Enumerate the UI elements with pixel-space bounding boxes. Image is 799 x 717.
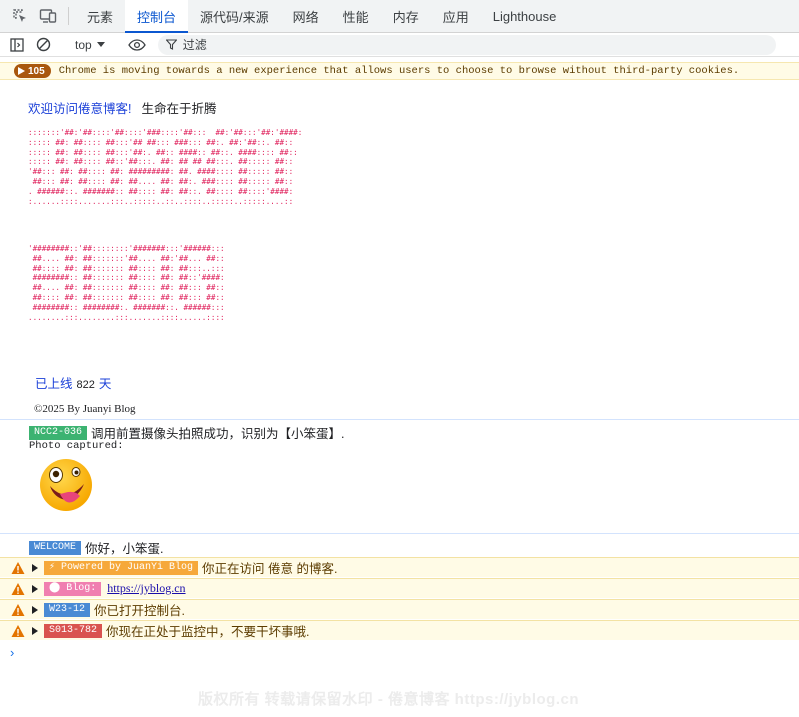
motto-text: 生命在于折腾	[141, 102, 217, 116]
issues-message: Chrome is moving towards a new experienc…	[58, 65, 740, 77]
panel-tabs: 元素 控制台 源代码/来源 网络 性能 内存 应用 Lighthouse	[75, 0, 569, 33]
ascii-art-blog: '########::'##::::::::'#######:::'######…	[28, 244, 225, 322]
expand-caret-icon[interactable]	[32, 584, 38, 593]
tab-network[interactable]: 网络	[281, 0, 331, 32]
s013-tag: S013-782	[44, 623, 103, 638]
tab-performance[interactable]: 性能	[331, 0, 381, 32]
log-divider	[0, 419, 799, 420]
issues-banner: 105 Chrome is moving towards a new exper…	[0, 62, 799, 80]
tab-memory[interactable]: 内存	[381, 0, 431, 32]
tab-label: 内存	[392, 9, 419, 25]
tab-console[interactable]: 控制台	[125, 0, 189, 33]
devtools-tabbar: 元素 控制台 源代码/来源 网络 性能 内存 应用 Lighthouse	[0, 0, 799, 33]
tab-label: 性能	[342, 9, 369, 25]
expand-caret-icon[interactable]	[32, 626, 38, 635]
warning-message: 你正在访问 倦意 的博客.	[202, 562, 338, 576]
sidebar-toggle-icon[interactable]	[6, 34, 28, 56]
console-prompt-chevron-icon[interactable]: ›	[10, 645, 14, 660]
welcome-text: 欢迎访问倦意博客!	[28, 102, 132, 116]
tab-label: 控制台	[137, 9, 177, 25]
expand-caret-icon[interactable]	[32, 605, 38, 614]
blog-link[interactable]: https://jyblog.cn	[107, 581, 185, 596]
warning-icon	[11, 582, 25, 595]
dropdown-arrow-icon	[96, 41, 105, 47]
tab-label: 应用	[442, 9, 469, 25]
log-divider	[0, 533, 799, 534]
warning-row[interactable]: ⚡ Powered by JuanYi Blog 你正在访问 倦意 的博客.	[0, 557, 799, 577]
filter-input[interactable]: 过滤	[157, 34, 776, 55]
context-select[interactable]: top	[67, 38, 113, 52]
issues-count: 105	[28, 65, 45, 77]
online-suffix: 天	[98, 377, 112, 391]
context-value: top	[75, 37, 92, 52]
zany-face-emoji-icon	[38, 456, 94, 512]
welcome-log-line: WELCOME 你好，小笨蛋.	[29, 538, 164, 557]
watermark-text: 版权所有 转载请保留水印 - 倦意博客 https://jyblog.cn	[198, 691, 579, 708]
tab-label: 源代码/来源	[200, 9, 269, 25]
ncc-tag: NCC2-036	[29, 425, 88, 440]
tab-lighthouse[interactable]: Lighthouse	[481, 0, 569, 32]
warning-icon	[11, 624, 25, 637]
warning-row[interactable]: W23-12 你已打开控制台.	[0, 599, 799, 619]
expand-caret-icon[interactable]	[32, 563, 38, 572]
issues-count-badge[interactable]: 105	[14, 64, 51, 78]
warning-row[interactable]: S013-782 你现在正处于监控中，不要干坏事哦.	[0, 620, 799, 640]
welcome-message: 欢迎访问倦意博客! 生命在于折腾	[28, 98, 217, 117]
powered-by-tag: ⚡ Powered by JuanYi Blog	[44, 560, 199, 575]
welcome-tag: WELCOME	[29, 540, 82, 555]
tab-label: 网络	[292, 9, 319, 25]
online-days: 已上线 822 天	[35, 373, 111, 392]
tab-label: 元素	[87, 9, 114, 25]
photo-caption: Photo captured:	[29, 440, 124, 452]
device-toolbar-icon[interactable]	[34, 0, 62, 32]
toolbar-divider	[68, 7, 69, 25]
play-icon	[18, 67, 25, 75]
w23-tag: W23-12	[44, 602, 91, 617]
clear-console-icon[interactable]	[32, 34, 54, 56]
tab-sources[interactable]: 源代码/来源	[188, 0, 281, 32]
tab-label: Lighthouse	[492, 8, 557, 24]
warning-icon	[11, 561, 25, 574]
online-days-count: 822	[76, 379, 95, 391]
warning-icon	[11, 603, 25, 616]
ascii-art-juanyi: :::::::'##:'##::::'##::::'###::::'##::: …	[28, 128, 303, 206]
copyright-text: ©2025 By Juanyi Blog	[34, 403, 136, 415]
camera-message: 调用前置摄像头拍照成功，识别为【小笨蛋】.	[91, 427, 345, 441]
blog-tag: ⬤ Blog:	[44, 581, 102, 596]
filter-icon	[165, 39, 177, 50]
warning-message: 你已打开控制台.	[94, 604, 185, 618]
online-prefix: 已上线	[35, 377, 73, 391]
console-toolbar: top 过滤	[0, 33, 799, 57]
warning-row[interactable]: ⬤ Blog: https://jyblog.cn	[0, 578, 799, 598]
tab-application[interactable]: 应用	[431, 0, 481, 32]
tab-elements[interactable]: 元素	[75, 0, 125, 32]
welcome-greeting: 你好，小笨蛋.	[85, 542, 164, 556]
live-expression-eye-icon[interactable]	[126, 34, 148, 56]
filter-placeholder: 过滤	[182, 38, 207, 52]
inspect-element-icon[interactable]	[6, 0, 34, 32]
warning-message: 你现在正处于监控中，不要干坏事哦.	[106, 625, 310, 639]
